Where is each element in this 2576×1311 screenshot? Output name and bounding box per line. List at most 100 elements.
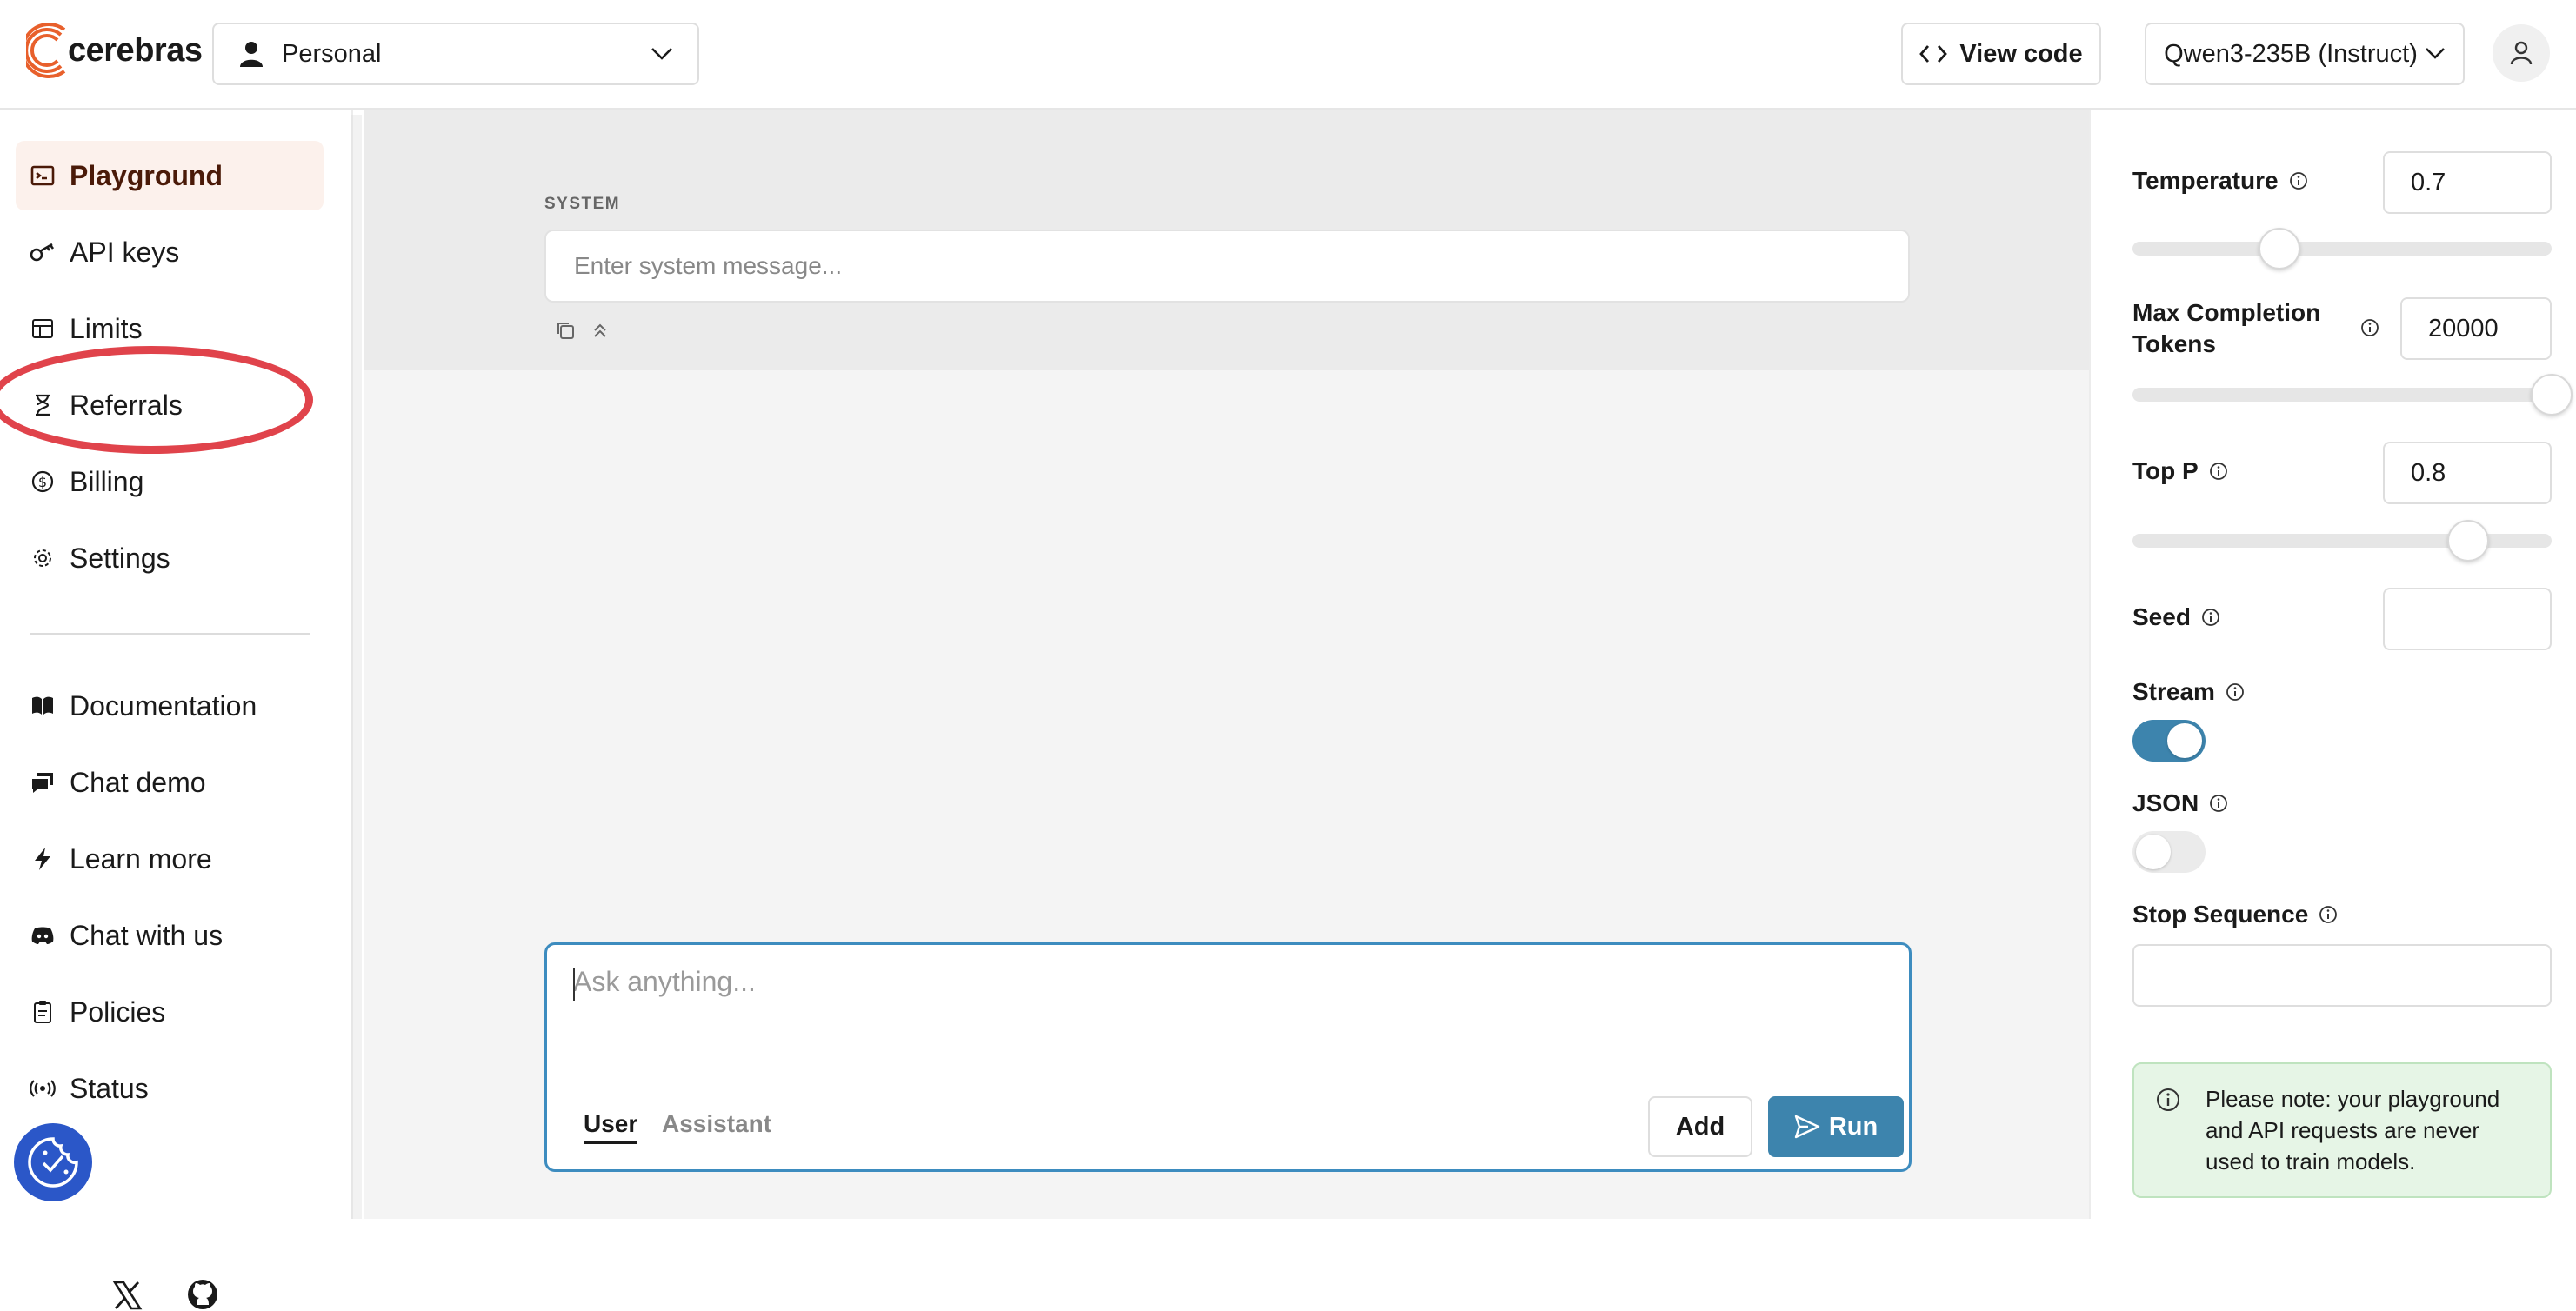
sidebar-divider	[30, 633, 310, 635]
max-tokens-value: 20000	[2428, 314, 2499, 343]
code-icon	[1919, 45, 1948, 63]
max-tokens-input[interactable]: 20000	[2400, 297, 2552, 360]
sidebar-item-label: Limits	[70, 312, 143, 344]
view-code-button[interactable]: View code	[1901, 23, 2101, 85]
toggle-knob	[2167, 723, 2202, 758]
collapse-button[interactable]	[588, 318, 612, 343]
chat-icon	[30, 769, 56, 795]
run-label: Run	[1828, 1112, 1879, 1141]
json-label-text: JSON	[2132, 789, 2199, 816]
sidebar-link-label: Chat demo	[70, 766, 206, 798]
training-notice: Please note: your playground and API req…	[2132, 1062, 2552, 1198]
text-caret	[573, 968, 575, 1001]
info-icon[interactable]	[2226, 682, 2245, 702]
info-icon	[2157, 1088, 2179, 1111]
github-icon[interactable]	[186, 1278, 219, 1311]
info-icon[interactable]	[2289, 171, 2308, 190]
temperature-input[interactable]: 0.7	[2383, 151, 2552, 214]
sidebar-item-billing[interactable]: $ Billing	[16, 447, 324, 516]
temperature-label-text: Temperature	[2132, 167, 2279, 194]
sidebar-item-label: Billing	[70, 465, 144, 497]
slider-thumb[interactable]	[2258, 228, 2300, 270]
svg-text:$: $	[38, 474, 47, 490]
view-code-label: View code	[1959, 39, 2083, 68]
sidebar-scrollbar[interactable]	[351, 115, 362, 1219]
seed-input[interactable]	[2383, 588, 2552, 650]
book-icon	[30, 693, 56, 719]
sidebar-link-label: Status	[70, 1072, 149, 1104]
sidebar-link-chat-demo[interactable]: Chat demo	[16, 748, 324, 817]
cerebras-logo-icon	[26, 23, 66, 78]
notice-text: Please note: your playground and API req…	[2206, 1086, 2500, 1175]
info-icon[interactable]	[2201, 608, 2220, 627]
run-button[interactable]: Run	[1768, 1096, 1904, 1157]
info-icon[interactable]	[2319, 905, 2338, 924]
key-icon	[30, 239, 56, 265]
message-composer[interactable]: Ask anything... User Assistant Add Run	[544, 942, 1912, 1172]
top-p-label: Top P	[2132, 457, 2228, 485]
stream-label: Stream	[2132, 678, 2245, 706]
cookie-check-icon	[28, 1137, 78, 1188]
tab-assistant[interactable]: Assistant	[662, 1110, 771, 1138]
x-twitter-icon[interactable]	[111, 1280, 143, 1311]
discord-icon	[30, 922, 56, 948]
org-select-label: Personal	[282, 39, 382, 68]
top-p-slider[interactable]	[2132, 520, 2552, 562]
top-p-label-text: Top P	[2132, 457, 2199, 484]
cookie-consent-button[interactable]	[14, 1123, 92, 1201]
add-message-button[interactable]: Add	[1648, 1096, 1752, 1157]
user-icon	[240, 42, 263, 67]
stream-label-text: Stream	[2132, 678, 2215, 705]
broadcast-icon	[30, 1075, 56, 1101]
table-icon	[30, 316, 56, 342]
system-section: SYSTEM Enter system message...	[364, 110, 2089, 370]
sidebar-link-policies[interactable]: Policies	[16, 977, 324, 1047]
temperature-value: 0.7	[2411, 168, 2446, 196]
model-select[interactable]: Qwen3-235B (Instruct)	[2145, 23, 2465, 85]
system-message-input[interactable]: Enter system message...	[544, 230, 1910, 303]
system-placeholder: Enter system message...	[574, 252, 843, 279]
logo-text: cerebras	[68, 31, 203, 69]
sidebar-link-learn-more[interactable]: Learn more	[16, 824, 324, 894]
chevron-down-icon	[2425, 48, 2445, 59]
sidebar-item-playground[interactable]: Playground	[16, 141, 324, 210]
sidebar-link-chat-with-us[interactable]: Chat with us	[16, 901, 324, 970]
max-tokens-slider[interactable]	[2132, 374, 2573, 416]
message-input[interactable]: Ask anything...	[573, 966, 756, 998]
chevrons-up-icon	[594, 323, 606, 337]
playground-main: SYSTEM Enter system message... Ask anyth…	[364, 110, 2089, 1219]
sidebar-link-documentation[interactable]: Documentation	[16, 671, 324, 741]
stop-sequence-input[interactable]	[2132, 944, 2552, 1007]
copy-button[interactable]	[553, 318, 577, 343]
stream-toggle[interactable]	[2132, 720, 2206, 762]
sidebar: Playground API keys Limits Referrals $ B…	[0, 110, 362, 1310]
sidebar-item-api-keys[interactable]: API keys	[16, 217, 324, 287]
temperature-slider[interactable]	[2132, 228, 2552, 270]
org-select[interactable]: Personal	[212, 23, 699, 85]
parameters-panel: Temperature 0.7 Max Completion Tokens 20…	[2089, 110, 2576, 1219]
sidebar-link-label: Policies	[70, 995, 166, 1028]
info-icon[interactable]	[2360, 318, 2379, 337]
playground-icon	[30, 163, 56, 189]
max-tokens-label-line-2: Tokens	[2132, 330, 2216, 357]
info-icon[interactable]	[2209, 462, 2228, 481]
slider-thumb[interactable]	[2446, 520, 2489, 562]
system-label: SYSTEM	[544, 195, 621, 213]
gear-icon	[30, 545, 56, 571]
tab-user[interactable]: User	[584, 1110, 638, 1144]
sidebar-link-status[interactable]: Status	[16, 1054, 324, 1123]
max-tokens-label: Max Completion Tokens	[2132, 297, 2320, 360]
cerebras-logo[interactable]: cerebras	[26, 19, 203, 82]
json-toggle[interactable]	[2132, 831, 2206, 873]
top-p-input[interactable]: 0.8	[2383, 442, 2552, 504]
slider-thumb[interactable]	[2531, 374, 2573, 416]
info-icon[interactable]	[2209, 794, 2228, 813]
add-label: Add	[1675, 1112, 1725, 1141]
sidebar-link-label: Documentation	[70, 689, 257, 722]
sidebar-item-settings[interactable]: Settings	[16, 523, 324, 593]
max-tokens-label-line-1: Max Completion	[2132, 299, 2321, 326]
chevron-down-icon	[651, 48, 672, 60]
temperature-label: Temperature	[2132, 167, 2308, 195]
account-avatar[interactable]	[2493, 24, 2550, 82]
json-label: JSON	[2132, 789, 2228, 817]
